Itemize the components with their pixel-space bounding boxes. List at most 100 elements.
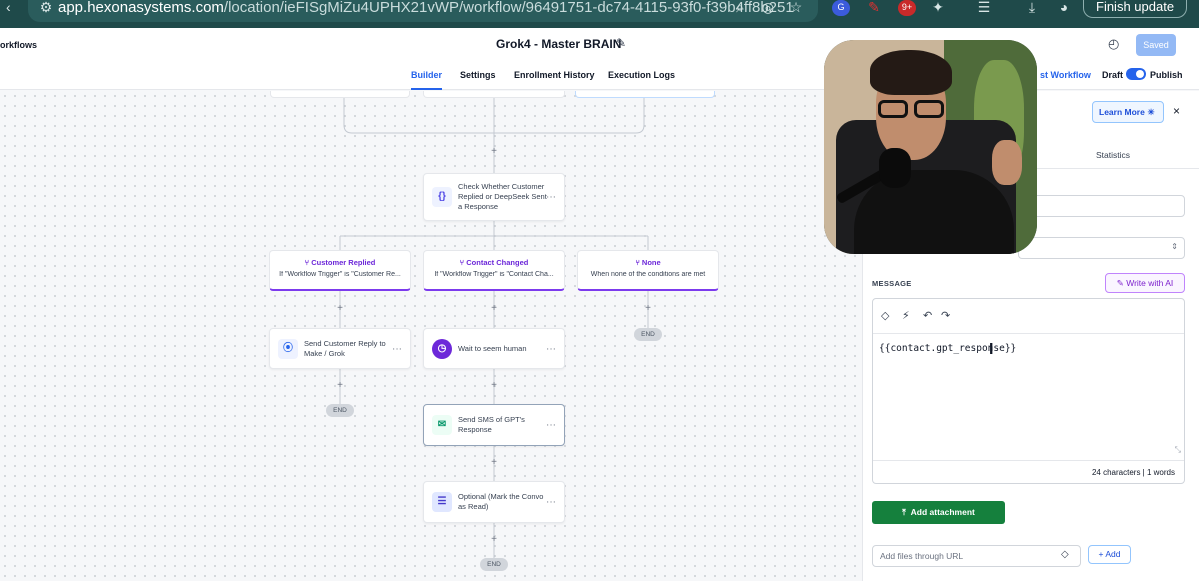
condition-node[interactable]: {} Check Whether Customer Replied or Dee… (423, 173, 565, 221)
puzzle-icon[interactable]: ✦ (928, 0, 948, 16)
zoom-icon[interactable]: ⌕ (730, 0, 750, 16)
send-sms-node-label: Send SMS of GPT's Response (458, 415, 525, 434)
url-host: app.hexonasystems.com (58, 0, 224, 16)
node-menu-icon[interactable]: ··· (546, 420, 556, 431)
node-menu-icon[interactable]: ··· (546, 497, 556, 508)
optional-node[interactable]: ☰ Optional (Mark the Convo as Read) ··· (423, 481, 565, 523)
redo-icon[interactable]: ↷ (941, 309, 950, 322)
branch-title: ⑂ Contact Changed (459, 258, 529, 267)
branch-condition: If "Workflow Trigger" is "Customer Re... (279, 271, 401, 278)
test-workflow-button[interactable]: st Workflow (1040, 70, 1091, 80)
finish-update-button[interactable]: Finish update (1083, 0, 1188, 18)
tab-enrollment-history[interactable]: Enrollment History (514, 70, 595, 90)
tab-execution-logs[interactable]: Execution Logs (608, 70, 675, 90)
search-tab-icon[interactable]: ☰ (974, 0, 994, 16)
extension-icon[interactable]: G (832, 0, 850, 16)
add-step-plus[interactable]: + (489, 458, 499, 468)
end-pill: END (480, 558, 508, 571)
tab-builder[interactable]: Builder (411, 70, 443, 90)
branch-title: ⑂ None (635, 258, 661, 267)
lightbulb-icon: ☀ (1147, 107, 1155, 117)
browser-toolbar: ‹ ⚙ app.hexonasystems.com/location/ieFIS… (0, 0, 1199, 28)
upstream-node-stub[interactable] (270, 91, 410, 98)
branch-contact-changed[interactable]: ⑂ Contact Changed If "Workflow Trigger" … (423, 250, 565, 291)
publish-label: Publish (1150, 70, 1183, 80)
chat-bubble-icon: ✉ (432, 415, 452, 435)
end-pill: END (634, 328, 662, 341)
branch-condition: If "Workflow Trigger" is "Contact Cha... (434, 271, 554, 278)
close-icon[interactable]: × (1173, 104, 1180, 118)
add-attachment-button[interactable]: ⤒ Add attachment (872, 501, 1005, 524)
write-with-ai-button[interactable]: ✎ Write with AI (1105, 273, 1185, 293)
node-menu-icon[interactable]: ··· (546, 343, 556, 354)
pen-extension-icon[interactable]: ✎ (864, 0, 884, 16)
resize-handle-icon[interactable]: ⤡ (1175, 445, 1181, 455)
webcam-overlay (824, 40, 1037, 254)
branch-condition: When none of the conditions are met (590, 271, 706, 278)
webhook-icon: ⦿ (278, 338, 298, 359)
workflow-title: Grok4 - Master BRAIN (496, 37, 622, 51)
message-text[interactable]: {{contact.gpt_response}} (879, 343, 1016, 354)
add-step-plus[interactable]: + (489, 381, 499, 391)
glasses-lens (878, 100, 908, 118)
profile-icon[interactable]: ◕ (1054, 0, 1074, 16)
message-label: MESSAGE (872, 279, 912, 288)
draft-label: Draft (1102, 70, 1124, 80)
upstream-node-stub[interactable] (423, 91, 565, 98)
chrome-left-icon[interactable]: ‹ (6, 0, 11, 14)
message-editor[interactable]: ◇ ⚡︎ ↶ ↷ {{contact.gpt_response}} I ⤡ 24… (872, 298, 1185, 484)
tag-icon[interactable]: ◇ (1061, 549, 1069, 560)
add-step-plus[interactable]: + (643, 304, 653, 314)
branch-customer-replied[interactable]: ⑂ Customer Replied If "Workflow Trigger"… (269, 250, 411, 291)
add-step-plus[interactable]: + (489, 304, 499, 314)
site-info-icon[interactable]: ⚙ (36, 0, 56, 16)
add-step-plus[interactable]: + (335, 381, 345, 391)
add-url-button[interactable]: + Add (1088, 545, 1131, 564)
action-name-input[interactable] (1018, 195, 1185, 217)
select-chevron-icon: ⇕ (1171, 242, 1178, 251)
wait-node[interactable]: ◷ Wait to seem human ··· (423, 328, 565, 369)
upstream-node-stub[interactable] (575, 91, 715, 98)
tab-statistics[interactable]: Statistics (1096, 150, 1130, 160)
back-to-workflows-link[interactable]: orkflows (0, 40, 37, 50)
webcam-presenter-hand (992, 140, 1022, 185)
message-icon: ☰ (432, 492, 452, 512)
send-reply-node-label: Send Customer Reply to Make / Grok (304, 338, 386, 358)
download-icon[interactable]: ⤓ (1022, 0, 1042, 16)
eye-off-icon[interactable]: ◎ (758, 0, 778, 16)
condition-node-label: Check Whether Customer Replied or DeepSe… (458, 182, 547, 211)
editor-toolbar: ◇ ⚡︎ ↶ ↷ (873, 299, 1184, 334)
lightning-icon[interactable]: ⚡︎ (902, 309, 910, 322)
notification-badge[interactable]: 9+ (898, 0, 916, 16)
branch-title: ⑂ Customer Replied (304, 258, 376, 267)
end-pill: END (326, 404, 354, 417)
node-menu-icon[interactable]: ··· (392, 343, 402, 354)
workflow-canvas[interactable]: + {} Check Whether Customer Replied or D… (0, 91, 862, 581)
history-icon[interactable]: ◴ (1108, 36, 1119, 52)
undo-icon[interactable]: ↶ (923, 309, 932, 322)
upload-icon: ⤒ (902, 507, 906, 517)
url-text[interactable]: app.hexonasystems.com/location/ieFISgMiZ… (58, 0, 794, 18)
send-sms-node[interactable]: ✉ Send SMS of GPT's Response ··· (423, 404, 565, 446)
optional-node-label: Optional (Mark the Convo as Read) (458, 492, 544, 511)
glasses-lens (914, 100, 944, 118)
text-cursor-icon: I (989, 341, 994, 358)
branch-none[interactable]: ⑂ None When none of the conditions are m… (577, 250, 719, 291)
node-menu-icon[interactable]: ··· (546, 192, 556, 203)
webcam-presenter-hair (870, 50, 952, 95)
saved-button[interactable]: Saved (1136, 34, 1176, 56)
add-step-plus[interactable]: + (489, 535, 499, 545)
editor-footer: 24 characters | 1 words (873, 460, 1184, 484)
add-step-plus[interactable]: + (335, 304, 345, 314)
tag-icon[interactable]: ◇ (881, 309, 889, 322)
add-step-plus[interactable]: + (489, 147, 499, 157)
character-count: 24 characters | 1 words (1091, 468, 1175, 477)
tab-settings[interactable]: Settings (460, 70, 496, 90)
bookmark-star-icon[interactable]: ☆ (786, 0, 806, 16)
send-reply-node[interactable]: ⦿ Send Customer Reply to Make / Grok ··· (269, 328, 411, 369)
pencil-icon[interactable]: ✎ (616, 36, 626, 50)
learn-more-button[interactable]: Learn More ☀ (1092, 101, 1164, 123)
file-url-input[interactable]: Add files through URL (872, 545, 1081, 567)
publish-toggle[interactable] (1126, 68, 1146, 80)
from-select[interactable]: ⇕ (1018, 237, 1185, 259)
